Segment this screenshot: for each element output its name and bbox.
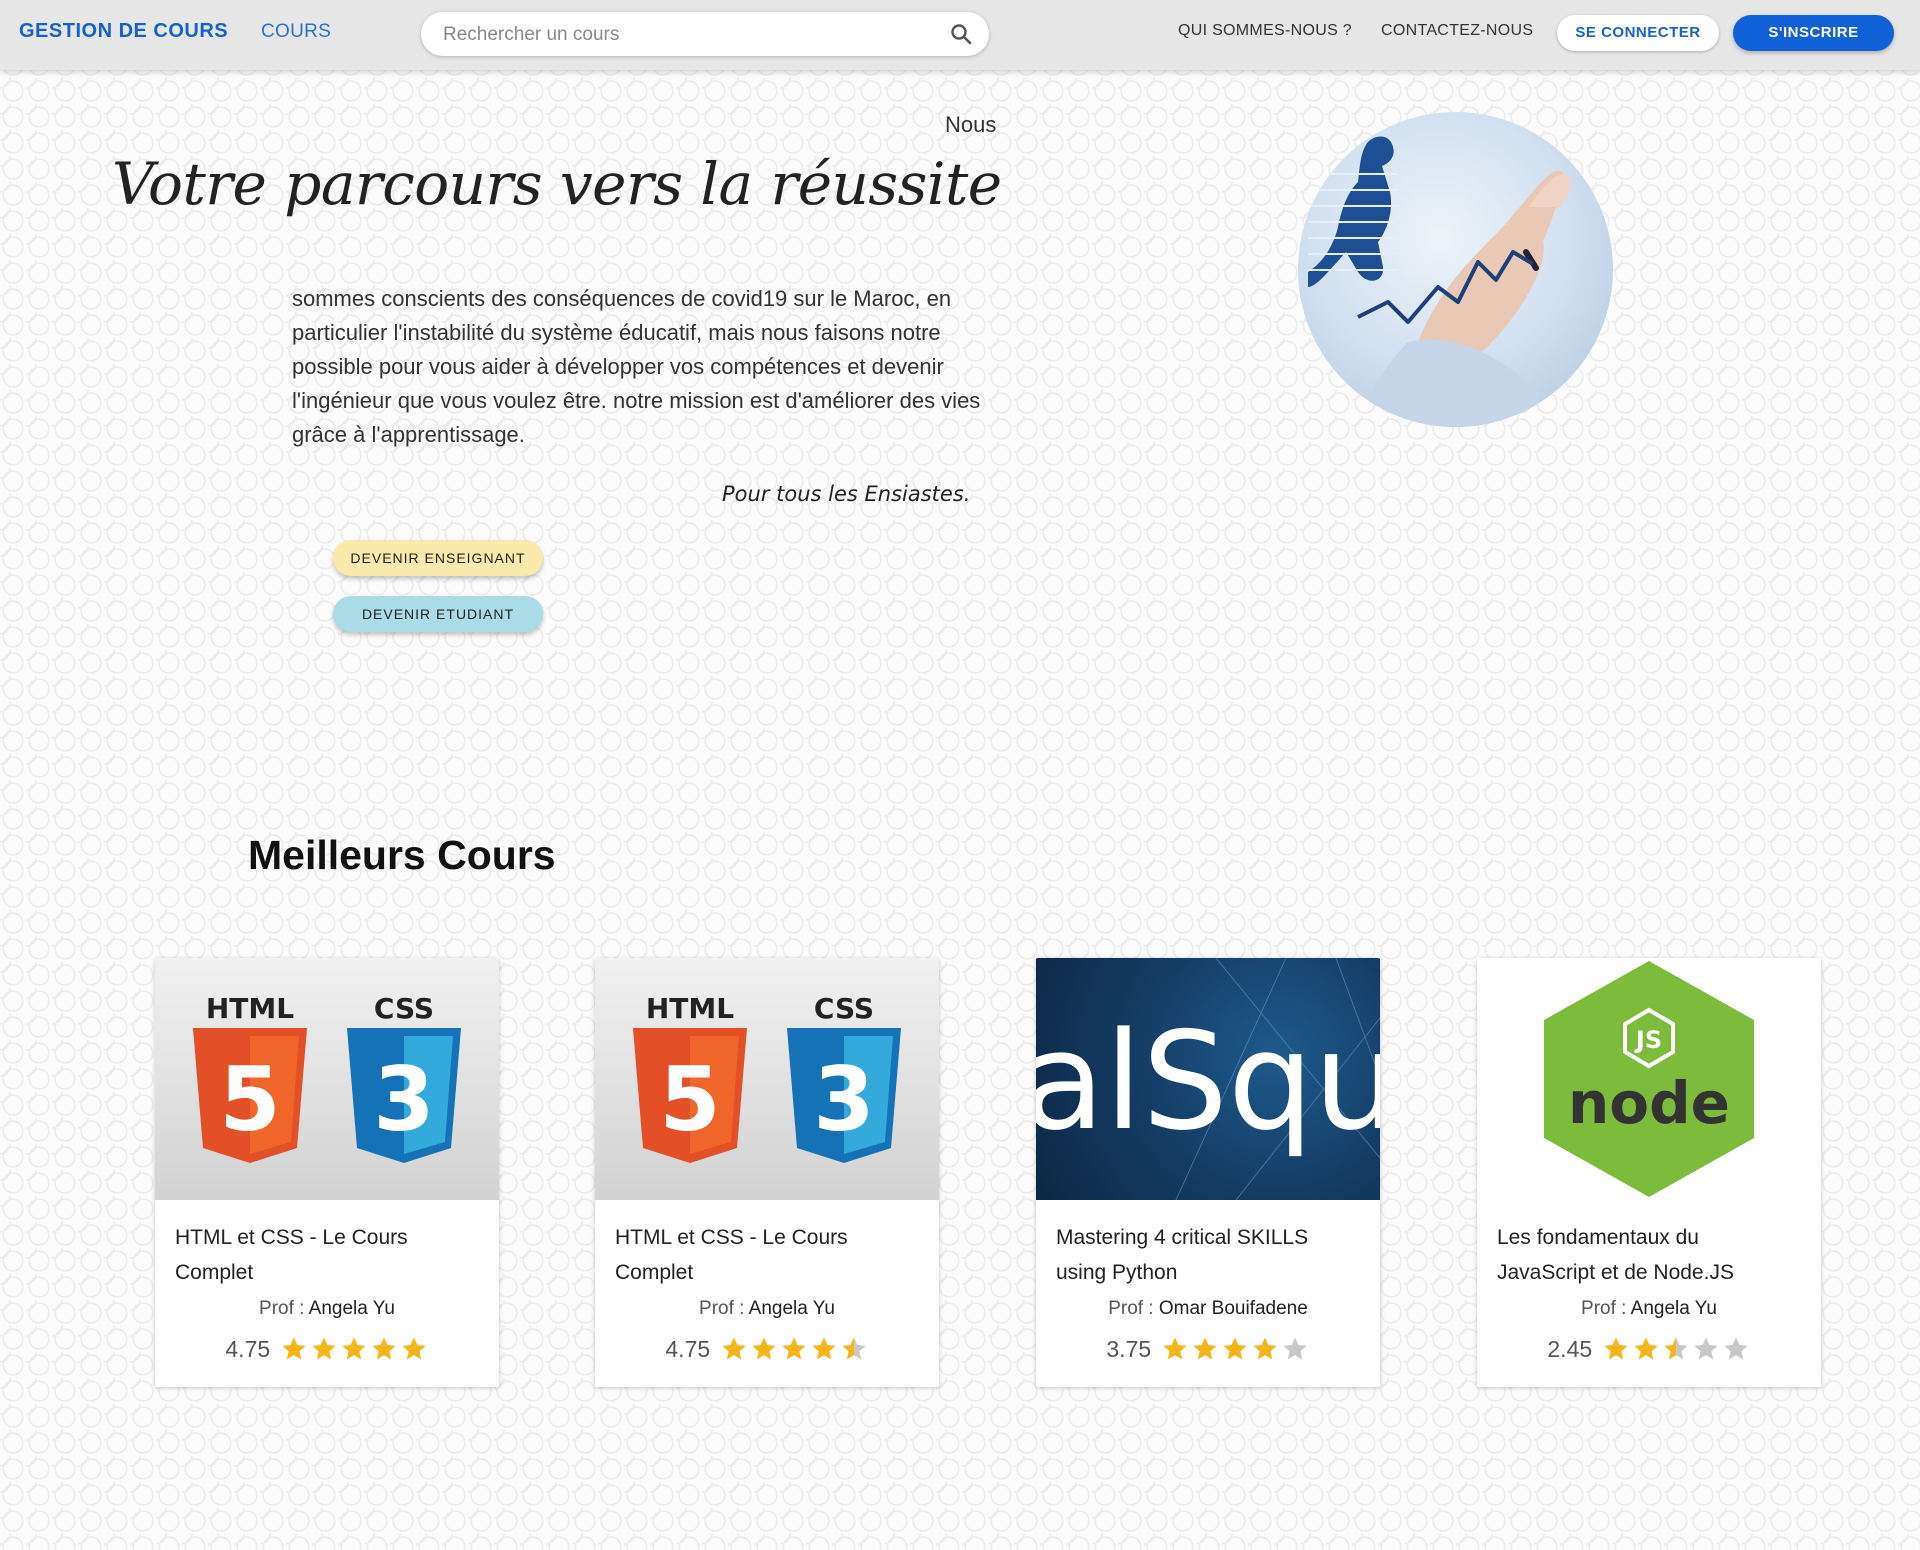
star-icon: [311, 1337, 336, 1360]
star-rating: [719, 1335, 869, 1363]
prof-label: Prof :: [1108, 1298, 1154, 1319]
course-rating: 4.75: [595, 1335, 939, 1365]
course-rating: 4.75: [155, 1335, 499, 1365]
growth-chart-illustration: [1308, 136, 1571, 427]
course-card[interactable]: HTML CSS 5 3 HTML et CSS - Le Cours Comp…: [155, 958, 499, 1387]
course-rating: 3.75: [1036, 1335, 1380, 1365]
search-icon[interactable]: [949, 22, 973, 46]
hero-title: Votre parcours vers la réussite: [112, 150, 1002, 218]
course-image-sql-banner: alSqu: [1036, 958, 1380, 1200]
star-icon: [281, 1337, 306, 1360]
rating-value: 3.75: [1106, 1335, 1152, 1362]
star-icon: [371, 1337, 396, 1360]
hero-intro-word: Nous: [945, 112, 997, 137]
css3-shield-icon: 3: [813, 1048, 874, 1151]
course-prof: Prof : Omar Bouifadene: [1036, 1298, 1380, 1320]
star-icon: [1693, 1337, 1718, 1360]
course-card[interactable]: HTML CSS 5 3 HTML et CSS - Le Cours Comp…: [595, 958, 939, 1387]
nav-link-contact[interactable]: CONTACTEZ-NOUS: [1381, 22, 1533, 40]
rating-value: 4.75: [225, 1335, 271, 1362]
signup-button[interactable]: S'INSCRIRE: [1733, 15, 1894, 51]
become-teacher-button[interactable]: DEVENIR ENSEIGNANT: [333, 540, 543, 576]
become-student-button[interactable]: DEVENIR ETUDIANT: [333, 596, 543, 632]
star-icon: [1192, 1337, 1217, 1360]
course-image-html-css: HTML CSS 5 3: [155, 958, 499, 1200]
html5-shield-icon: 5: [659, 1048, 720, 1151]
course-prof: Prof : Angela Yu: [155, 1298, 499, 1320]
course-image-html-css: HTML CSS 5 3: [595, 958, 939, 1200]
star-icon: [751, 1337, 776, 1360]
prof-name: Angela Yu: [1630, 1298, 1717, 1319]
star-icon: [1252, 1337, 1277, 1360]
star-icon: [401, 1337, 426, 1360]
nav-link-about[interactable]: QUI SOMMES-NOUS ?: [1178, 22, 1352, 40]
course-prof: Prof : Angela Yu: [595, 1298, 939, 1320]
brand-logo[interactable]: GESTION DE COURS: [19, 20, 228, 43]
prof-label: Prof :: [259, 1298, 305, 1319]
prof-name: Omar Bouifadene: [1158, 1298, 1308, 1319]
nav-link-cours[interactable]: COURS: [261, 21, 331, 43]
star-icon: [811, 1337, 836, 1360]
rating-value: 4.75: [665, 1335, 711, 1362]
star-icon: [1603, 1337, 1628, 1360]
star-icon: [721, 1337, 746, 1360]
search-bar: [421, 12, 989, 58]
course-card[interactable]: alSqu Mastering 4 critical SKILLS using …: [1036, 958, 1380, 1387]
rating-value: 2.45: [1547, 1335, 1593, 1362]
star-icon: [1162, 1337, 1187, 1360]
course-title[interactable]: HTML et CSS - Le Cours Complet: [175, 1220, 475, 1290]
prof-label: Prof :: [699, 1298, 745, 1319]
section-title-best-courses: Meilleurs Cours: [248, 832, 556, 878]
star-icon: [341, 1337, 366, 1360]
hero-paragraph: sommes conscients des conséquences de co…: [292, 286, 981, 447]
node-logo-text: node: [1568, 1069, 1730, 1137]
course-title[interactable]: Les fondamentaux du JavaScript et de Nod…: [1497, 1220, 1797, 1290]
html-logo-text: HTML: [646, 992, 734, 1025]
star-icon: [841, 1337, 866, 1360]
course-image-nodejs: JS node: [1477, 958, 1821, 1200]
course-rating: 2.45: [1477, 1335, 1821, 1365]
star-rating: [1601, 1335, 1751, 1363]
hero-signature: Pour tous les Ensiastes.: [722, 482, 971, 506]
css3-shield-icon: 3: [373, 1048, 434, 1151]
star-icon: [1663, 1337, 1688, 1360]
course-card[interactable]: JS node Les fondamentaux du JavaScript e…: [1477, 958, 1821, 1387]
course-title[interactable]: Mastering 4 critical SKILLS using Python: [1056, 1220, 1356, 1290]
prof-name: Angela Yu: [308, 1298, 395, 1319]
course-prof: Prof : Angela Yu: [1477, 1298, 1821, 1320]
star-rating: [279, 1335, 429, 1363]
course-title[interactable]: HTML et CSS - Le Cours Complet: [615, 1220, 915, 1290]
star-icon: [1282, 1337, 1307, 1360]
html5-shield-icon: 5: [219, 1048, 280, 1151]
html-logo-text: HTML: [206, 992, 294, 1025]
login-button[interactable]: SE CONNECTER: [1557, 15, 1719, 51]
hero-image: [1298, 112, 1613, 427]
search-input[interactable]: [441, 12, 925, 58]
js-logo-text: JS: [1634, 1026, 1662, 1054]
sql-banner-text: alSqu: [1036, 1003, 1380, 1160]
css-logo-text: CSS: [374, 992, 434, 1025]
prof-label: Prof :: [1581, 1298, 1627, 1319]
css-logo-text: CSS: [814, 992, 874, 1025]
star-icon: [781, 1337, 806, 1360]
star-rating: [1160, 1335, 1310, 1363]
star-icon: [1633, 1337, 1658, 1360]
star-icon: [1222, 1337, 1247, 1360]
star-icon: [1723, 1337, 1748, 1360]
navbar: GESTION DE COURS COURS QUI SOMMES-NOUS ?…: [0, 0, 1920, 70]
prof-name: Angela Yu: [748, 1298, 835, 1319]
